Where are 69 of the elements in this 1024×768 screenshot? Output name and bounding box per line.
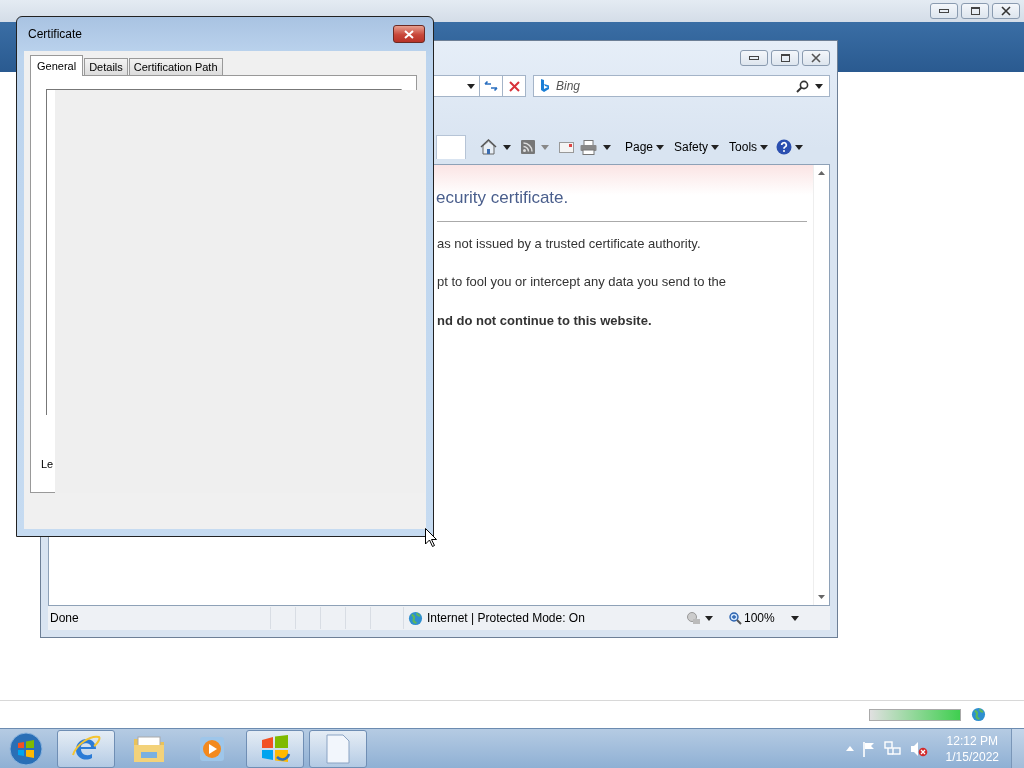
caret-icon[interactable] [603,144,611,150]
clock-date: 1/15/2022 [945,748,999,765]
close-icon [508,80,520,92]
menu-button[interactable]: Tools [729,137,769,157]
refresh-button[interactable] [480,75,503,97]
caret-icon [711,144,720,150]
scroll-down-icon[interactable] [818,595,825,599]
tab[interactable]: Details [84,58,128,75]
taskbar-button[interactable] [246,729,304,768]
close-button[interactable] [802,49,830,66]
play-icon [199,734,225,763]
tab[interactable]: Certification Path [128,58,223,75]
search-box[interactable]: Bing [533,75,830,97]
dialog-title: Certificate [27,27,83,41]
caret-icon [795,144,804,150]
search-field[interactable]: Bing [556,79,790,93]
warning-text: pt to fool you or intercept any data you send to the [437,273,728,291]
caret-icon [760,144,769,150]
warning-text: as not issued by a trusted certificate authority. [437,235,702,253]
menu-button[interactable]: Safety [674,137,720,157]
windows-logo [259,733,291,764]
document-icon [326,733,350,764]
home-button[interactable] [480,137,497,157]
caret-icon[interactable] [503,144,511,150]
help-icon [776,139,793,155]
close-button[interactable] [393,25,425,43]
volume-muted-icon[interactable] [909,740,928,757]
zoom-icon [729,611,742,625]
mouse-pointer-icon [425,528,437,547]
feed-icon [521,140,535,154]
envelope-icon [559,141,574,153]
zoom-button[interactable]: 100% [729,607,799,629]
caret-icon [656,144,665,150]
stop-button[interactable] [503,75,526,97]
close-icon [811,52,821,63]
home-icon [480,139,497,155]
caret-icon[interactable] [815,83,823,89]
minimize-button[interactable] [930,3,958,19]
status-text: Done [49,611,80,625]
minimize-button[interactable] [740,49,768,66]
caret-icon[interactable] [467,83,475,89]
windows-logo [9,731,43,766]
close-icon [404,29,414,39]
print-button[interactable] [580,137,597,157]
security-zone-text: Internet | Protected Mode: On [427,611,585,625]
menu-button[interactable]: Page [625,137,665,157]
refresh-icon [484,80,498,92]
taskbar-button[interactable] [309,729,367,768]
caret-icon [790,615,799,621]
folder-icon [133,734,165,763]
printer-icon [580,139,597,155]
clock-time: 12:12 PM [946,732,998,749]
warning-text: nd do not continue to this website. [437,312,653,330]
panel-text: Le [41,458,54,470]
page-heading: ecurity certificate. [436,187,570,209]
close-button[interactable] [992,3,1020,19]
globe-icon [971,707,986,722]
feeds-button[interactable] [521,137,535,157]
caret-icon [705,615,713,621]
maximize-button[interactable] [771,49,799,66]
globe-icon [408,610,423,626]
search-icon[interactable] [796,79,809,93]
close-icon [1001,6,1011,16]
tab[interactable]: General [30,55,84,76]
help-button[interactable] [776,137,804,157]
restore-button[interactable] [961,3,989,19]
taskbar-button[interactable] [57,729,115,768]
bing-logo [540,79,550,93]
scroll-up-icon[interactable] [818,171,825,175]
